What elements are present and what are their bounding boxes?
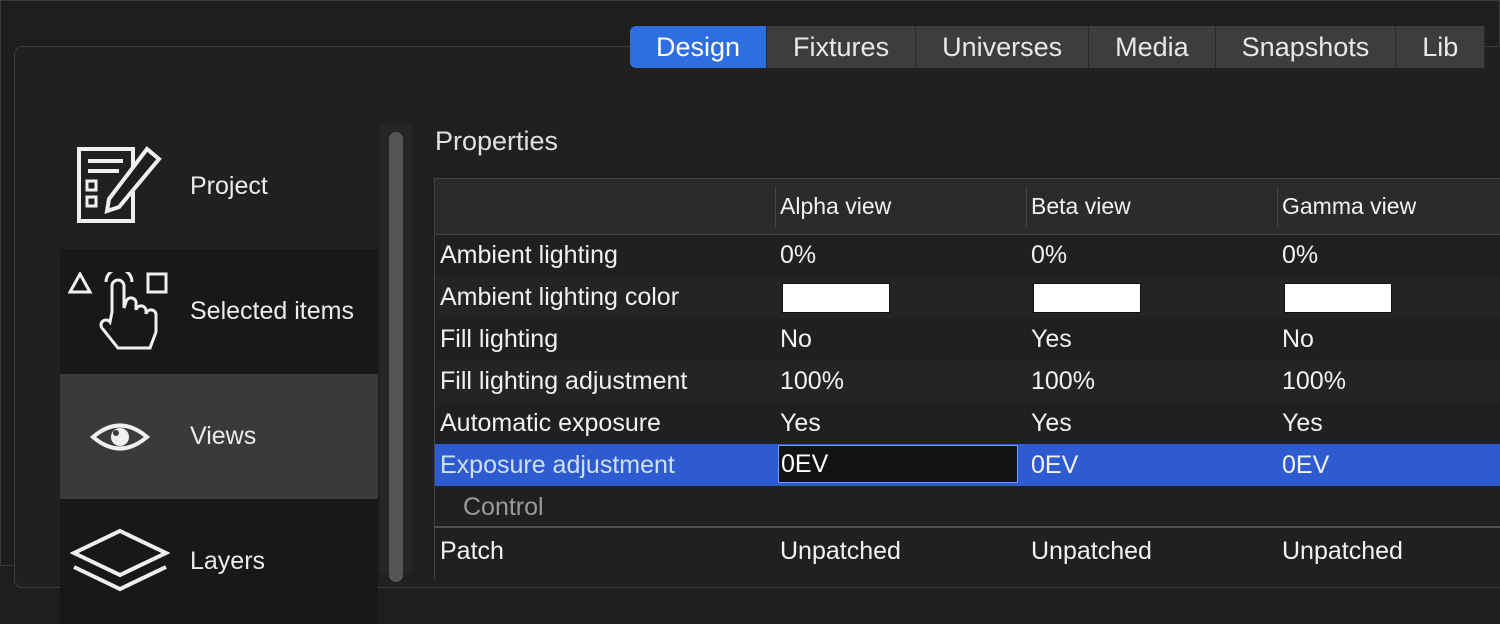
sidebar-item-views[interactable]: Views bbox=[60, 374, 378, 499]
project-form-icon bbox=[60, 145, 180, 229]
column-header-beta[interactable]: Beta view bbox=[1031, 179, 1131, 234]
touch-select-icon bbox=[60, 271, 180, 352]
tab-library[interactable]: Lib bbox=[1396, 26, 1486, 68]
eye-icon bbox=[60, 420, 180, 454]
properties-title: Properties bbox=[435, 126, 559, 156]
row-label: Fill lighting adjustment bbox=[440, 367, 688, 395]
section-divider bbox=[435, 526, 1500, 528]
sidebar-item-selected-items[interactable]: Selected items bbox=[60, 249, 378, 374]
cell-value[interactable]: 0% bbox=[1282, 234, 1318, 276]
cell-value[interactable]: 0% bbox=[1031, 234, 1067, 276]
column-separator bbox=[1026, 187, 1027, 227]
sidebar-item-label: Views bbox=[190, 422, 257, 450]
table-header: Alpha view Beta view Gamma view bbox=[435, 179, 1500, 235]
cell-value[interactable]: 0EV bbox=[1282, 444, 1329, 486]
cell-value[interactable]: 0EV bbox=[1031, 444, 1078, 486]
table-row-selected[interactable]: Exposure adjustment 0EV 0EV 0EV bbox=[435, 444, 1500, 486]
cell-value[interactable]: Yes bbox=[1031, 318, 1072, 360]
color-swatch-alpha[interactable] bbox=[782, 283, 890, 313]
column-header-alpha[interactable]: Alpha view bbox=[780, 179, 891, 234]
tab-universes[interactable]: Universes bbox=[916, 26, 1090, 68]
column-separator bbox=[775, 187, 776, 227]
sidebar-item-layers[interactable]: Layers bbox=[60, 499, 378, 624]
cell-value[interactable]: Yes bbox=[1031, 402, 1072, 444]
color-swatch-gamma[interactable] bbox=[1284, 283, 1392, 313]
tab-media[interactable]: Media bbox=[1089, 26, 1216, 68]
row-label: Ambient lighting bbox=[440, 241, 618, 269]
table-row[interactable]: Ambient lighting color bbox=[435, 276, 1500, 318]
sidebar-item-label: Layers bbox=[190, 547, 266, 575]
sidebar-item-label: Project bbox=[190, 172, 268, 200]
row-label: Fill lighting bbox=[440, 325, 559, 353]
column-separator bbox=[1277, 187, 1278, 227]
layers-icon bbox=[60, 527, 180, 597]
sidebar-scrollbar-thumb[interactable] bbox=[389, 132, 403, 582]
tab-design[interactable]: Design bbox=[630, 26, 768, 68]
row-label: Exposure adjustment bbox=[440, 451, 675, 479]
sidebar-item-project[interactable]: Project bbox=[60, 124, 378, 249]
table-row[interactable]: Fill lighting adjustment 100% 100% 100% bbox=[435, 360, 1500, 402]
column-header-gamma[interactable]: Gamma view bbox=[1282, 179, 1416, 234]
cell-value[interactable]: 100% bbox=[1282, 360, 1346, 402]
section-header-control[interactable]: Control bbox=[435, 486, 1500, 528]
properties-table: Alpha view Beta view Gamma view Ambient … bbox=[434, 178, 1500, 579]
sidebar: Project Selected items Views Layers bbox=[60, 124, 378, 624]
sidebar-item-label: Selected items bbox=[190, 297, 354, 325]
row-label: Automatic exposure bbox=[440, 409, 661, 437]
cell-value[interactable]: 0% bbox=[780, 234, 816, 276]
cell-value[interactable]: 100% bbox=[780, 360, 844, 402]
tab-snapshots[interactable]: Snapshots bbox=[1215, 26, 1397, 68]
cell-value[interactable]: 100% bbox=[1031, 360, 1095, 402]
exposure-alpha-input[interactable]: 0EV bbox=[778, 445, 1018, 483]
table-row[interactable]: Fill lighting No Yes No bbox=[435, 318, 1500, 360]
table-row[interactable]: Automatic exposure Yes Yes Yes bbox=[435, 402, 1500, 444]
row-label: Ambient lighting color bbox=[440, 283, 680, 311]
cell-value[interactable]: No bbox=[1282, 318, 1314, 360]
color-swatch-beta[interactable] bbox=[1033, 283, 1141, 313]
table-row[interactable]: Ambient lighting 0% 0% 0% bbox=[435, 234, 1500, 276]
tab-fixtures[interactable]: Fixtures bbox=[767, 26, 917, 68]
main-tab-bar: Design Fixtures Universes Media Snapshot… bbox=[630, 26, 1486, 68]
cell-value[interactable]: Yes bbox=[780, 402, 821, 444]
section-label: Control bbox=[463, 493, 544, 521]
cell-value[interactable]: Yes bbox=[1282, 402, 1323, 444]
cell-value[interactable]: No bbox=[780, 318, 812, 360]
